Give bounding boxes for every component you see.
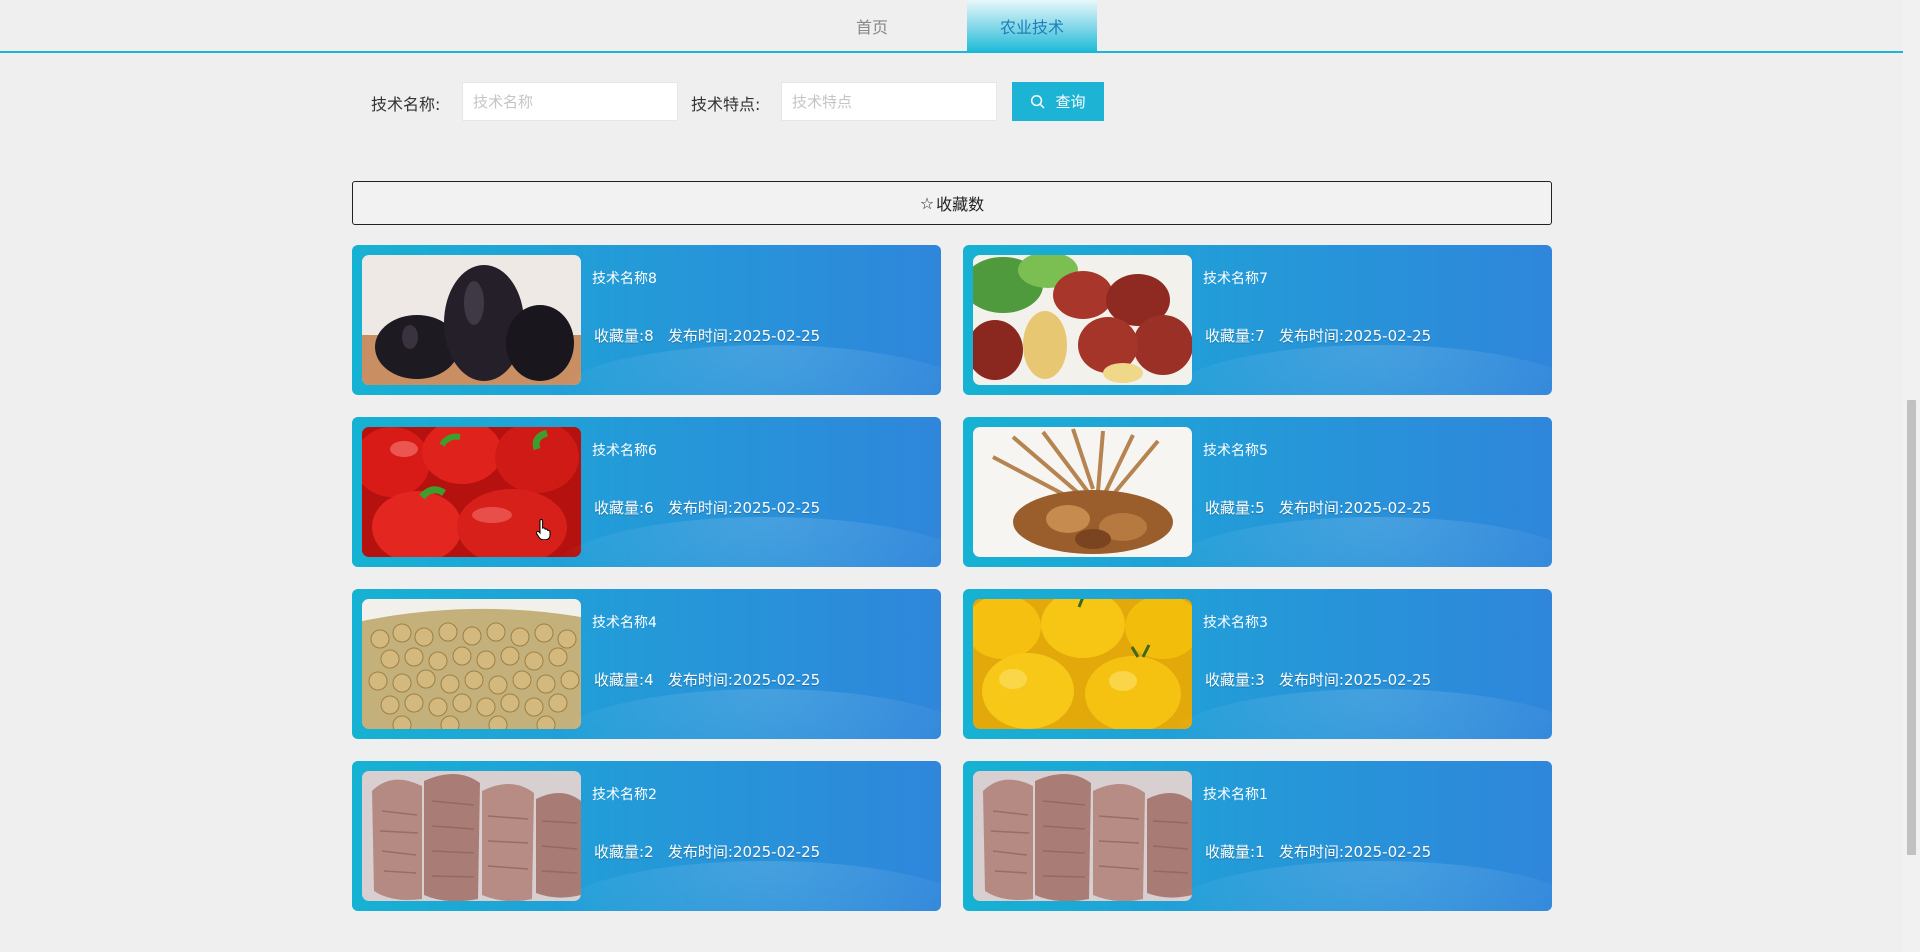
card-image-chickpeas (362, 599, 581, 729)
card-title: 技术名称8 (592, 271, 657, 287)
card-image-dried-roots (973, 771, 1192, 901)
card-image-dried-roots (362, 771, 581, 901)
query-button[interactable]: 查询 (1012, 82, 1104, 121)
card-title: 技术名称6 (592, 443, 657, 459)
card-meta: 收藏量:3 发布时间:2025-02-25 (1205, 669, 1431, 690)
date-label: 发布时间: (667, 671, 733, 689)
hand-cursor-icon (536, 518, 551, 540)
card-title: 技术名称1 (1203, 787, 1268, 803)
fav-label: 收藏量: (594, 327, 645, 345)
card-meta: 收藏量:6 发布时间:2025-02-25 (594, 497, 820, 518)
search-icon (1031, 94, 1045, 109)
publish-date: 2025-02-25 (1343, 843, 1432, 861)
card-title: 技术名称3 (1203, 615, 1268, 631)
card-title: 技术名称7 (1203, 271, 1268, 287)
publish-date: 2025-02-25 (732, 327, 821, 345)
card-image-yellow-fruit (973, 599, 1192, 729)
tech-feature-label: 技术特点: (691, 95, 761, 114)
fav-label: 收藏量: (1205, 499, 1256, 517)
tech-card[interactable]: 技术名称7 收藏量:7 发布时间:2025-02-25 (963, 245, 1552, 395)
fav-label: 收藏量: (594, 671, 645, 689)
card-meta: 收藏量:2 发布时间:2025-02-25 (594, 841, 820, 862)
tech-name-input[interactable] (462, 82, 678, 121)
scrollbar-thumb[interactable] (1907, 400, 1916, 855)
nav-tab-agri-tech[interactable]: 农业技术 (967, 0, 1097, 51)
fav-count: 5 (1255, 499, 1265, 517)
sort-by-favorites[interactable]: ☆ 收藏数 (352, 181, 1552, 225)
card-title: 技术名称4 (592, 615, 657, 631)
publish-date: 2025-02-25 (732, 671, 821, 689)
card-meta: 收藏量:1 发布时间:2025-02-25 (1205, 841, 1431, 862)
tech-card[interactable]: 技术名称2 收藏量:2 发布时间:2025-02-25 (352, 761, 941, 911)
tech-card[interactable]: 技术名称5 收藏量:5 发布时间:2025-02-25 (963, 417, 1552, 567)
publish-date: 2025-02-25 (732, 499, 821, 517)
date-label: 发布时间: (667, 499, 733, 517)
fav-count: 2 (644, 843, 654, 861)
card-title: 技术名称5 (1203, 443, 1268, 459)
date-label: 发布时间: (1278, 843, 1344, 861)
tech-card-list: 技术名称8 收藏量:8 发布时间:2025-02-25 技术名称7 收藏量:7 … (352, 245, 1552, 911)
card-image-red-dates (973, 255, 1192, 385)
date-label: 发布时间: (1278, 327, 1344, 345)
top-nav: 首页 农业技术 (0, 0, 1903, 53)
publish-date: 2025-02-25 (1343, 499, 1432, 517)
tech-feature-input[interactable] (781, 82, 997, 121)
card-meta: 收藏量:8 发布时间:2025-02-25 (594, 325, 820, 346)
fav-count: 3 (1255, 671, 1265, 689)
tech-name-label: 技术名称: (371, 95, 441, 114)
card-title: 技术名称2 (592, 787, 657, 803)
page-scrollbar[interactable] (1903, 0, 1920, 952)
fav-count: 1 (1255, 843, 1265, 861)
tech-card[interactable]: 技术名称8 收藏量:8 发布时间:2025-02-25 (352, 245, 941, 395)
query-button-label: 查询 (1055, 93, 1086, 111)
fav-label: 收藏量: (594, 499, 645, 517)
date-label: 发布时间: (1278, 499, 1344, 517)
publish-date: 2025-02-25 (1343, 327, 1432, 345)
fav-label: 收藏量: (1205, 671, 1256, 689)
card-image-dried-mushrooms (973, 427, 1192, 557)
card-image-prunes (362, 255, 581, 385)
tech-card[interactable]: 技术名称1 收藏量:1 发布时间:2025-02-25 (963, 761, 1552, 911)
fav-label: 收藏量: (594, 843, 645, 861)
fav-count: 4 (644, 671, 654, 689)
tech-card[interactable]: 技术名称4 收藏量:4 发布时间:2025-02-25 (352, 589, 941, 739)
star-outline-icon: ☆ (919, 193, 935, 213)
publish-date: 2025-02-25 (732, 843, 821, 861)
card-meta: 收藏量:7 发布时间:2025-02-25 (1205, 325, 1431, 346)
date-label: 发布时间: (1278, 671, 1344, 689)
card-meta: 收藏量:4 发布时间:2025-02-25 (594, 669, 820, 690)
tech-card[interactable]: 技术名称3 收藏量:3 发布时间:2025-02-25 (963, 589, 1552, 739)
tech-card[interactable]: 技术名称6 收藏量:6 发布时间:2025-02-25 (352, 417, 941, 567)
fav-label: 收藏量: (1205, 327, 1256, 345)
sort-label: 收藏数 (936, 195, 985, 214)
date-label: 发布时间: (667, 843, 733, 861)
publish-date: 2025-02-25 (1343, 671, 1432, 689)
fav-count: 6 (644, 499, 654, 517)
nav-tab-home[interactable]: 首页 (807, 0, 937, 51)
fav-label: 收藏量: (1205, 843, 1256, 861)
fav-count: 8 (644, 327, 654, 345)
card-meta: 收藏量:5 发布时间:2025-02-25 (1205, 497, 1431, 518)
fav-count: 7 (1255, 327, 1265, 345)
date-label: 发布时间: (667, 327, 733, 345)
